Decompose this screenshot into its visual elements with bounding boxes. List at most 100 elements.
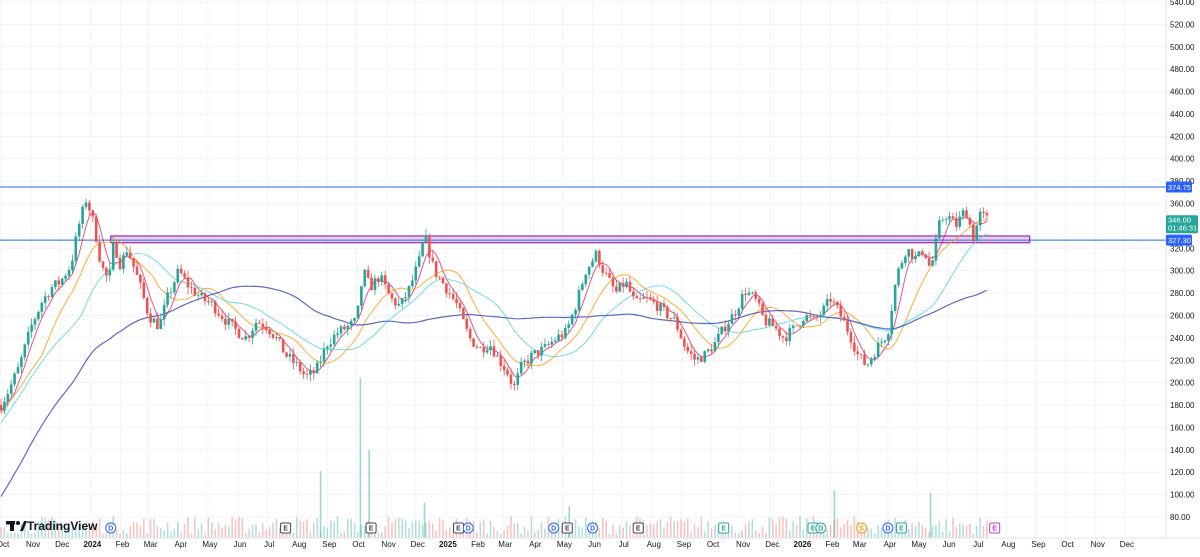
volume-bar <box>149 518 152 538</box>
volume-bar <box>421 524 424 538</box>
y-tick-label: 260.00 <box>1170 311 1195 320</box>
candle-body <box>944 219 948 221</box>
event-marker-earnings[interactable]: E <box>280 522 292 534</box>
candle-body <box>234 321 237 329</box>
candle-body <box>761 303 764 315</box>
event-marker-dividend[interactable]: D <box>587 522 599 534</box>
candle-body <box>897 268 900 285</box>
candle-body <box>47 296 50 298</box>
candle-body <box>822 305 826 315</box>
volume-bar <box>102 533 104 538</box>
candle-body <box>519 361 523 374</box>
candle-body <box>434 261 438 277</box>
volume-bar <box>265 529 267 538</box>
volume-bar <box>387 517 390 538</box>
volume-bar <box>669 517 672 538</box>
candle-body <box>900 263 904 269</box>
volume-bar <box>496 530 499 538</box>
event-marker-earnings[interactable]: E <box>453 522 465 534</box>
volume-bar <box>741 530 743 538</box>
volume-bar <box>312 523 315 538</box>
y-axis[interactable]: 540.00 520.00 500.00 480.00 460.00 440.00 420.… <box>1165 0 1195 538</box>
chart-area[interactable]: DEEEDDEDEEEDSDEE OctNovDec2024FebMarAprM… <box>0 0 1200 552</box>
event-marker-earnings[interactable]: E <box>718 522 730 534</box>
event-marker-earnings[interactable]: E <box>365 522 377 534</box>
event-marker-split[interactable]: S <box>856 522 868 534</box>
volume-bar <box>778 517 781 538</box>
event-markers[interactable]: DEEEDDEDEEEDSDEE <box>105 522 1001 534</box>
x-axis[interactable]: Oct Nov Dec 2024 Feb Mar Apr May Jun Jul Aug Sep Oct… <box>0 537 1200 549</box>
candle-body <box>220 315 224 319</box>
candle-body <box>706 349 710 352</box>
volume-bar <box>962 524 964 538</box>
candle-body <box>628 281 632 292</box>
volume-bar <box>261 523 264 538</box>
price-tag: 374.75 <box>1166 181 1192 193</box>
candle-body <box>543 344 547 347</box>
event-marker-dividend[interactable]: D <box>548 522 560 534</box>
volume-bar <box>340 533 342 538</box>
event-marker-earnings[interactable]: E <box>895 522 907 534</box>
candle-body <box>326 346 329 349</box>
y-tick-label: 100.00 <box>1170 491 1195 500</box>
volume-bar <box>744 523 747 538</box>
volume-bar <box>119 533 121 538</box>
zone-rectangle[interactable] <box>110 235 1031 244</box>
volume-bar <box>822 533 825 538</box>
volume-bar <box>132 521 135 538</box>
candle-body <box>203 293 207 301</box>
candle-body <box>98 241 101 262</box>
volume-bar <box>843 524 845 538</box>
event-marker-dividend[interactable]: D <box>462 522 474 534</box>
volume-bar <box>431 523 434 538</box>
volume-bar <box>190 533 193 538</box>
candle-body <box>601 265 605 273</box>
candle-body <box>584 274 588 285</box>
candle-body <box>672 317 676 319</box>
volume-bar <box>105 533 108 538</box>
volume-bar <box>751 518 754 538</box>
x-tick-label: Feb <box>116 540 130 549</box>
price-chart[interactable]: DEEEDDEDEEEDSDEE OctNovDec2024FebMarAprM… <box>0 0 1200 552</box>
candle-body <box>169 292 173 293</box>
candle-body <box>547 344 550 345</box>
volume-bar <box>839 527 842 538</box>
volume-bar <box>295 517 298 538</box>
volume-bar <box>574 519 577 538</box>
x-tick-label: Dec <box>55 540 69 549</box>
candle-body <box>380 275 384 283</box>
volume-bar <box>346 518 349 538</box>
volume-bar <box>826 529 828 538</box>
horizontal-lines[interactable] <box>0 186 1166 241</box>
event-marker-earnings[interactable]: E <box>632 522 644 534</box>
event-badge-letter: E <box>992 526 997 533</box>
x-tick-label: Mar <box>853 540 867 549</box>
tradingview-logo[interactable]: TradingView <box>6 519 98 533</box>
volume-bar <box>428 521 431 538</box>
candle-body <box>652 299 656 302</box>
volume-bar <box>448 527 451 538</box>
event-marker-dividend[interactable]: D <box>882 522 894 534</box>
candle-body <box>764 314 768 326</box>
volume-bar <box>530 516 533 538</box>
y-tick-label: 540.00 <box>1170 0 1195 7</box>
candle-body <box>938 220 941 239</box>
volume-bar <box>663 528 665 538</box>
event-marker-earnings[interactable]: E <box>989 522 1001 534</box>
volume-bar <box>224 524 227 538</box>
volume-bar <box>166 522 169 538</box>
event-marker-dividend[interactable]: D <box>815 522 827 534</box>
volume-bar <box>924 528 927 538</box>
candle-body <box>88 202 91 211</box>
candle-body <box>3 401 6 411</box>
grid-lines <box>0 0 1166 538</box>
x-tick-label: Jul <box>619 540 629 549</box>
volume-bar <box>248 529 250 538</box>
event-marker-dividend[interactable]: D <box>105 522 117 534</box>
candle-body <box>64 275 67 279</box>
event-marker-earnings[interactable]: E <box>561 522 573 534</box>
volume-bar <box>64 532 67 538</box>
y-tick-label: 440.00 <box>1170 110 1195 119</box>
y-tick-label: 320.00 <box>1170 244 1195 253</box>
candle-body <box>111 242 115 270</box>
